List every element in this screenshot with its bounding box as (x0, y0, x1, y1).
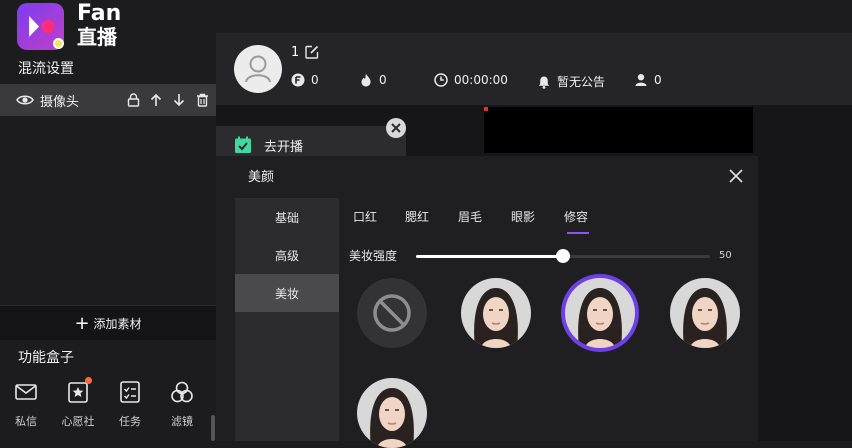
intensity-slider-handle[interactable] (556, 249, 570, 263)
face-thumbnail-icon (370, 388, 414, 448)
app-title: Fan (77, 1, 122, 26)
user-icon (635, 74, 647, 86)
live-timer: 00:00:00 (454, 73, 508, 87)
announcement-text: 暂无公告 (557, 75, 606, 89)
beauty-panel-title: 美颜 (248, 170, 275, 185)
add-source-label: 添加素材 (93, 316, 142, 331)
coin-stat: 0 (291, 73, 319, 87)
avatar[interactable] (234, 45, 282, 93)
function-box: 私信 心愿社 任务 滤镜 (0, 377, 210, 429)
tab-contour[interactable]: 修容 (564, 208, 588, 225)
func-item-filter[interactable]: 滤镜 (156, 380, 208, 429)
heat-count: 0 (379, 73, 387, 87)
intensity-value: 50 (719, 250, 732, 261)
func-item-mail[interactable]: 私信 (0, 380, 52, 429)
viewer-count: 0 (654, 73, 662, 87)
logo-badge-icon (53, 38, 64, 49)
face-thumbnail-icon (578, 288, 622, 348)
face-thumbnail-icon (683, 288, 727, 348)
mix-settings-title: 混流设置 (18, 61, 74, 77)
source-item-camera[interactable]: 摄像头 (0, 84, 216, 116)
func-item-label: 私信 (15, 415, 37, 428)
tab-eyebrow[interactable]: 眉毛 (458, 208, 482, 225)
plus-icon: + (74, 312, 90, 334)
trash-icon[interactable] (193, 91, 211, 109)
announcement-stat[interactable]: 暂无公告 (537, 73, 605, 90)
func-item-task[interactable]: 任务 (104, 380, 156, 429)
sidebar-scrollbar[interactable] (211, 415, 215, 441)
style-option-4[interactable] (357, 378, 427, 448)
tab-lipstick[interactable]: 口红 (353, 208, 377, 225)
task-icon (120, 381, 140, 403)
filter-icon (171, 381, 193, 403)
tab-eyeshadow[interactable]: 眼影 (511, 208, 535, 225)
makeup-intensity-label: 美妆强度 (349, 249, 398, 263)
func-item-label: 任务 (119, 415, 141, 428)
no-style-icon (373, 294, 411, 332)
func-item-wish[interactable]: 心愿社 (52, 377, 104, 429)
function-box-title: 功能盒子 (18, 350, 74, 366)
style-option-3[interactable] (670, 278, 740, 348)
category-makeup[interactable]: 美妆 (235, 274, 339, 312)
close-panel-icon[interactable] (728, 168, 744, 184)
active-tab-indicator (567, 232, 589, 234)
style-none-button[interactable] (357, 278, 427, 348)
coin-count: 0 (311, 73, 319, 87)
edit-icon[interactable] (305, 45, 319, 59)
func-item-label: 滤镜 (171, 415, 193, 428)
intensity-slider-fill (416, 255, 563, 258)
source-name: 摄像头 (40, 94, 80, 110)
wish-icon (66, 377, 92, 404)
category-advanced[interactable]: 高级 (235, 236, 339, 274)
func-item-label: 心愿社 (61, 415, 95, 428)
go-live-label: 去开播 (264, 139, 304, 155)
flame-icon (361, 74, 371, 87)
notification-dot (85, 377, 92, 384)
close-go-live-button[interactable] (386, 118, 406, 138)
calendar-check-icon (235, 136, 251, 153)
username: 1 (291, 45, 300, 60)
add-source-button[interactable]: + 添加素材 (0, 305, 216, 340)
viewer-stat: 0 (634, 73, 662, 87)
recording-indicator (484, 107, 488, 111)
clock-icon (434, 73, 448, 87)
lock-icon[interactable] (124, 91, 142, 109)
style-option-1[interactable] (461, 278, 531, 348)
mail-icon (15, 384, 37, 400)
tab-blush[interactable]: 腮红 (405, 208, 429, 225)
close-icon (391, 123, 401, 133)
arrow-up-icon[interactable] (147, 91, 165, 109)
face-thumbnail-icon (474, 288, 518, 348)
app-subtitle: 直播 (77, 25, 117, 49)
stream-preview (484, 107, 753, 153)
eye-icon[interactable] (16, 93, 34, 107)
style-option-2[interactable] (565, 278, 635, 348)
timer-stat: 00:00:00 (434, 73, 508, 87)
bell-icon (538, 76, 550, 89)
category-basic[interactable]: 基础 (235, 198, 339, 236)
broadcast-header (216, 33, 852, 105)
coin-icon (291, 73, 305, 87)
heat-stat: 0 (359, 73, 387, 87)
arrow-down-icon[interactable] (170, 91, 188, 109)
